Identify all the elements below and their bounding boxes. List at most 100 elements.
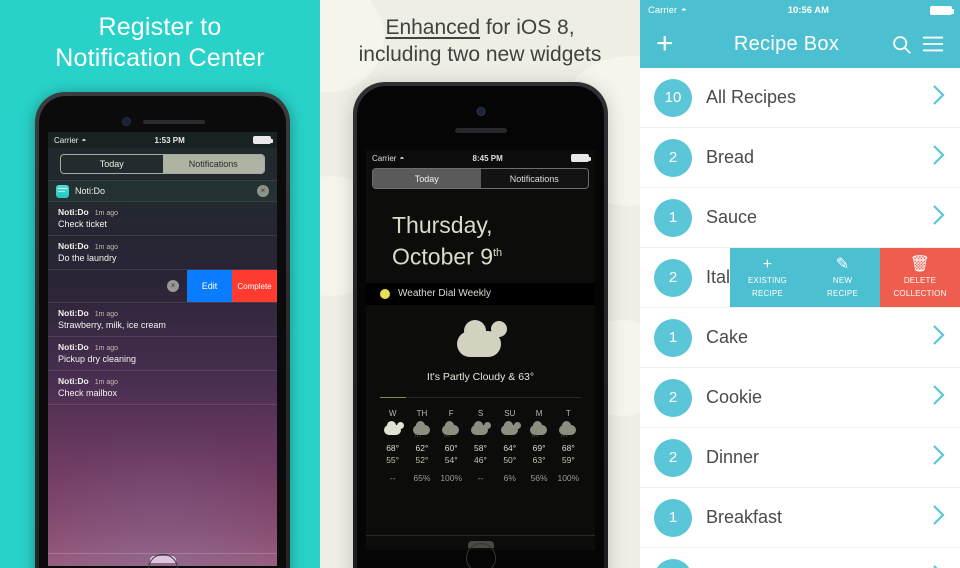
notification-time: 1m ago: [94, 244, 119, 251]
forecast-icon-cell: ///: [554, 420, 583, 441]
forecast-precip: --: [389, 472, 396, 483]
segmented-control-2[interactable]: Today Notifications: [372, 168, 589, 189]
widget-app-header: Noti:Do ×: [48, 180, 277, 202]
notification-row[interactable]: Noti:Do 1m ago Pickup dry cleaning: [48, 337, 277, 371]
search-icon[interactable]: [891, 34, 912, 55]
recipe-count-badge: 1: [654, 318, 692, 357]
screenshot-stage: Register to Notification Center Carrier …: [0, 0, 960, 568]
new-recipe-button[interactable]: ✎ NEW RECIPE: [805, 248, 880, 307]
panel2-headline-line1: Enhanced for iOS 8,: [320, 14, 640, 41]
edit-button[interactable]: Edit: [187, 270, 232, 302]
notification-time: 1m ago: [94, 311, 119, 318]
chevron-right-icon[interactable]: [931, 503, 946, 532]
chevron-right-icon[interactable]: [931, 323, 946, 352]
tab-today-2[interactable]: Today: [373, 169, 481, 188]
trash-icon: 🗑: [909, 255, 931, 273]
dismiss-icon[interactable]: ×: [167, 280, 179, 292]
chevron-right-icon[interactable]: [931, 383, 946, 412]
collection-name: Breakfast: [706, 507, 783, 527]
forecast-low: 50°: [503, 454, 517, 465]
chevron-right-icon[interactable]: [931, 83, 946, 112]
forecast-precip: 65%: [413, 472, 431, 483]
table-row[interactable]: 2 Cookie: [640, 368, 960, 428]
recipe-count-badge: 2: [654, 138, 692, 177]
add-collection-button[interactable]: +: [656, 29, 682, 59]
delete-collection-button[interactable]: 🗑 DELETE COLLECTION: [880, 248, 960, 307]
panel1-headline: Register to Notification Center: [0, 12, 320, 74]
forecast-low: 59°: [561, 454, 575, 465]
forecast-low: 55°: [386, 454, 400, 465]
notification-body: Check ticket: [58, 219, 108, 229]
collection-name: Dinner: [706, 447, 760, 467]
forecast-high: 60°: [444, 442, 458, 453]
existing-recipe-button[interactable]: + EXISTING RECIPE: [730, 248, 805, 307]
wifi-icon-3: ◓: [681, 4, 687, 16]
forecast-precip: 56%: [530, 472, 548, 483]
table-row-partial[interactable]: [640, 548, 960, 568]
panel-recipe-box-app: Carrier ◓ 10:56 AM + Recipe Box 10 All R…: [640, 0, 960, 568]
panel1-headline-line2: Notification Center: [55, 44, 265, 72]
widget-name-label: Weather Dial Weekly: [398, 288, 491, 300]
chevron-right-icon[interactable]: [931, 563, 946, 568]
page-title: Recipe Box: [733, 32, 840, 55]
table-row[interactable]: 2 Dinner: [640, 428, 960, 488]
tab-today-1[interactable]: Today: [61, 155, 163, 173]
forecast-high: 62°: [415, 442, 429, 453]
recipe-count-badge: 1: [654, 498, 692, 537]
today-date-day: October 9: [392, 243, 493, 270]
table-row[interactable]: 1 Breakfast: [640, 488, 960, 548]
chevron-right-icon[interactable]: [931, 143, 946, 172]
battery-icon-2: [571, 154, 591, 162]
tab-notifications-1[interactable]: Notifications: [162, 155, 264, 173]
current-condition-label: It's Partly Cloudy & 63°: [426, 370, 535, 383]
table-row[interactable]: 10 All Recipes: [640, 68, 960, 128]
chevron-right-icon[interactable]: [931, 443, 946, 472]
forecast-day: T: [565, 408, 571, 418]
notification-row[interactable]: Noti:Do 1m ago Check mailbox: [48, 371, 277, 405]
table-row[interactable]: 1 Sauce: [640, 188, 960, 248]
panel2-headline-line2: including two new widgets: [358, 43, 602, 66]
complete-button[interactable]: Complete: [232, 270, 277, 302]
notification-row-swiped[interactable]: × Edit Complete: [48, 270, 277, 303]
segmented-control-1[interactable]: Today Notifications: [60, 154, 265, 174]
forecast-high: 58°: [474, 442, 487, 453]
cloud-icon: [456, 319, 501, 357]
recipe-count-badge: 2: [654, 378, 692, 417]
status-bar-3: Carrier ◓ 10:56 AM: [640, 0, 960, 20]
table-row-swiped[interactable]: 2 Italian + EXISTING RECIPE ✎ NEW RECIPE…: [640, 248, 960, 308]
rain-cloud-icon: ///: [528, 420, 550, 439]
table-row[interactable]: 1 Cake: [640, 308, 960, 368]
collection-name: Cake: [706, 327, 749, 347]
delete-collection-label-1: DELETE: [903, 275, 937, 285]
collection-name: Sauce: [706, 207, 758, 227]
notification-row[interactable]: Noti:Do 1m ago Strawberry, milk, ice cre…: [48, 303, 277, 337]
forecast-low: 54°: [444, 454, 458, 465]
today-view-screen: Carrier ◓ 8:45 PM Today Notifications Th…: [366, 150, 595, 550]
forecast-day: TH: [416, 408, 428, 418]
existing-recipe-label-1: EXISTING: [748, 275, 787, 285]
notification-row[interactable]: Noti:Do 1m ago Do the laundry: [48, 236, 277, 270]
clear-all-icon[interactable]: ×: [257, 185, 269, 197]
home-button-2[interactable]: [465, 543, 496, 568]
forecast-icon-cell: [466, 420, 495, 441]
recipe-count-badge: 10: [654, 78, 692, 117]
clock-1: 1:53 PM: [154, 135, 185, 145]
chevron-right-icon[interactable]: [931, 203, 946, 232]
panel1-headline-line1: Register to: [98, 13, 222, 41]
forecast-day-headers: W TH F S SU M T: [378, 408, 583, 421]
forecast-day: M: [535, 408, 543, 418]
notification-row[interactable]: Noti:Do 1m ago Check ticket: [48, 202, 277, 236]
battery-icon-1: [253, 136, 273, 144]
forecast-precip: 100%: [440, 472, 463, 483]
panel2-headline-rest: for iOS 8,: [480, 16, 575, 39]
tab-notifications-2[interactable]: Notifications: [480, 169, 588, 188]
forecast-low: 46°: [474, 454, 487, 465]
table-row[interactable]: 2 Bread: [640, 128, 960, 188]
forecast-day: SU: [504, 408, 516, 418]
battery-icon-3: [930, 5, 955, 15]
widget-dot-icon: [380, 288, 390, 299]
hamburger-icon[interactable]: [922, 35, 944, 53]
new-recipe-label-2: RECIPE: [827, 288, 858, 298]
divider: [366, 535, 595, 536]
forecast-icon-cell: [495, 420, 524, 441]
